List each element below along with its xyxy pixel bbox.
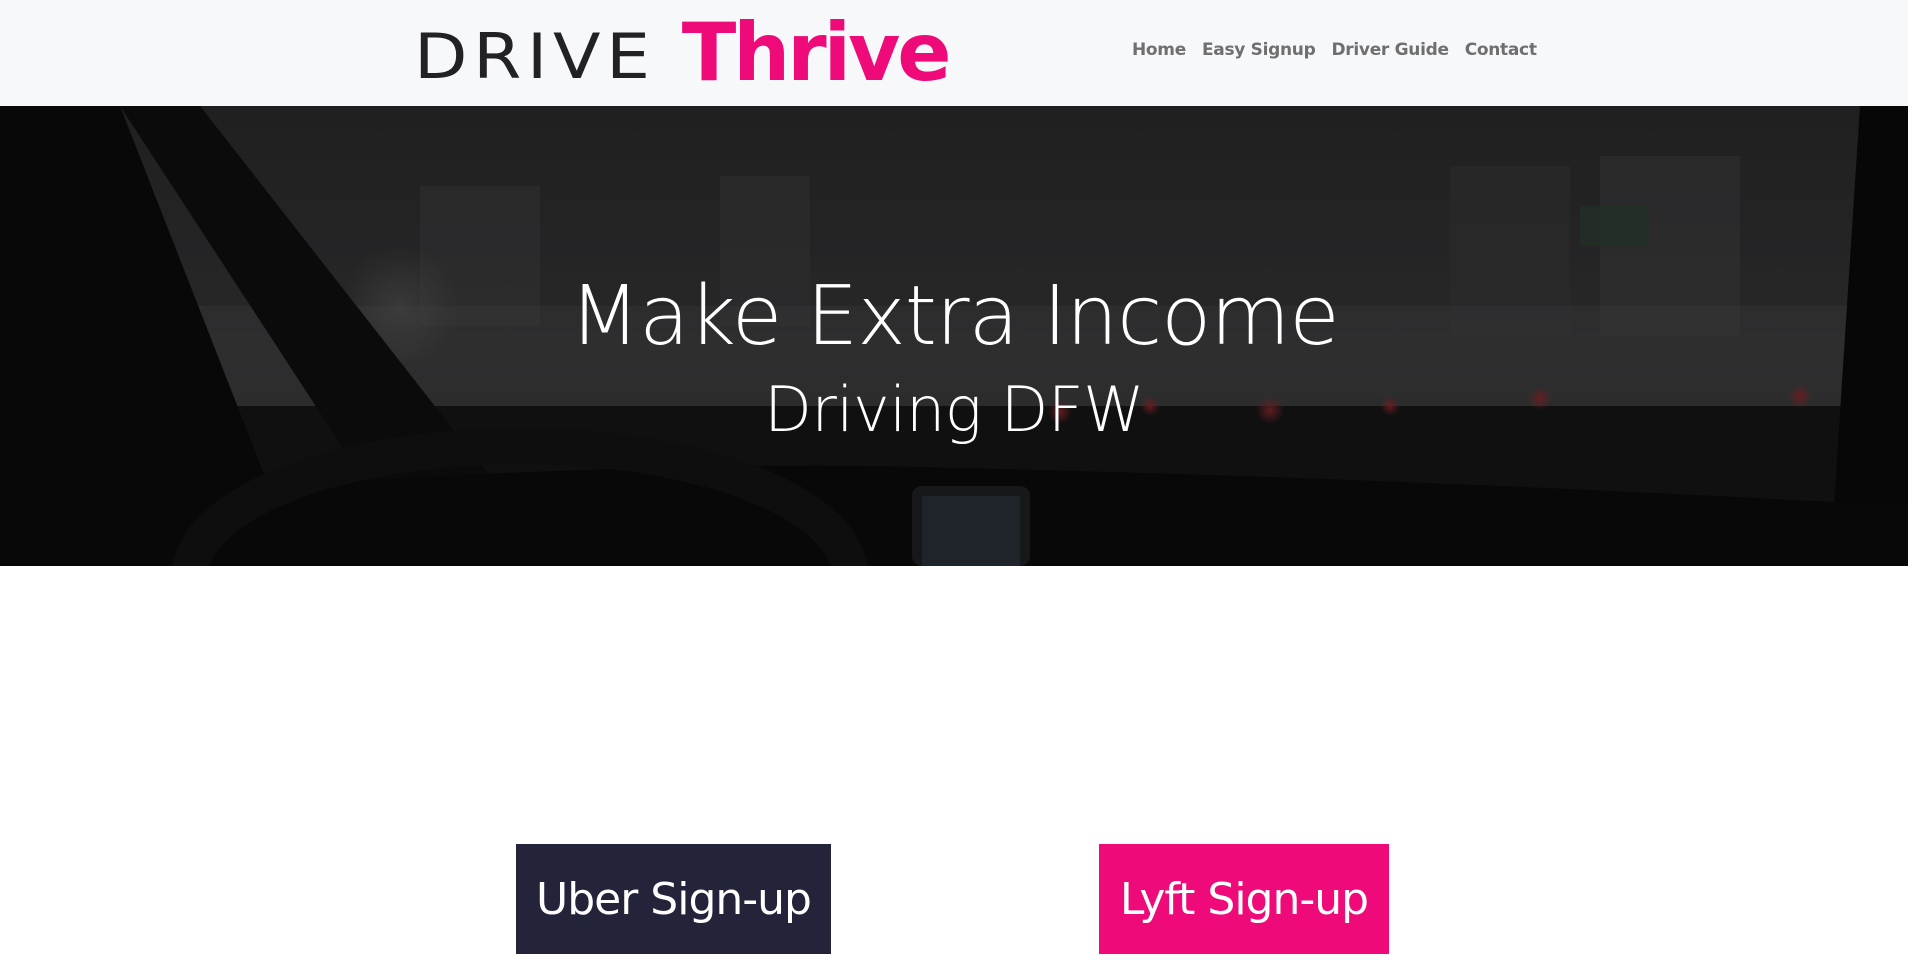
nav-home[interactable]: Home — [1132, 40, 1186, 60]
nav-contact[interactable]: Contact — [1465, 40, 1537, 60]
logo-thrive-text: Thrive — [681, 6, 952, 99]
nav-easy-signup[interactable]: Easy Signup — [1202, 40, 1316, 60]
site-logo[interactable]: DRIVE Thrive — [414, 6, 952, 99]
main-nav: Home Easy Signup Driver Guide Contact — [1132, 40, 1537, 60]
hero-title: Make Extra Income — [569, 268, 1339, 364]
page: DRIVE Thrive Home Easy Signup Driver Gui… — [0, 0, 1908, 972]
lyft-signup-button[interactable]: Lyft Sign-up — [1099, 844, 1389, 954]
uber-signup-button[interactable]: Uber Sign-up — [516, 844, 831, 954]
nav-driver-guide[interactable]: Driver Guide — [1331, 40, 1449, 60]
hero-subtitle: Driving DFW — [764, 373, 1144, 447]
hero-banner: Make Extra Income Driving DFW — [0, 106, 1908, 566]
site-header: DRIVE Thrive Home Easy Signup Driver Gui… — [0, 0, 1908, 106]
logo-drive-text: DRIVE — [414, 20, 656, 93]
